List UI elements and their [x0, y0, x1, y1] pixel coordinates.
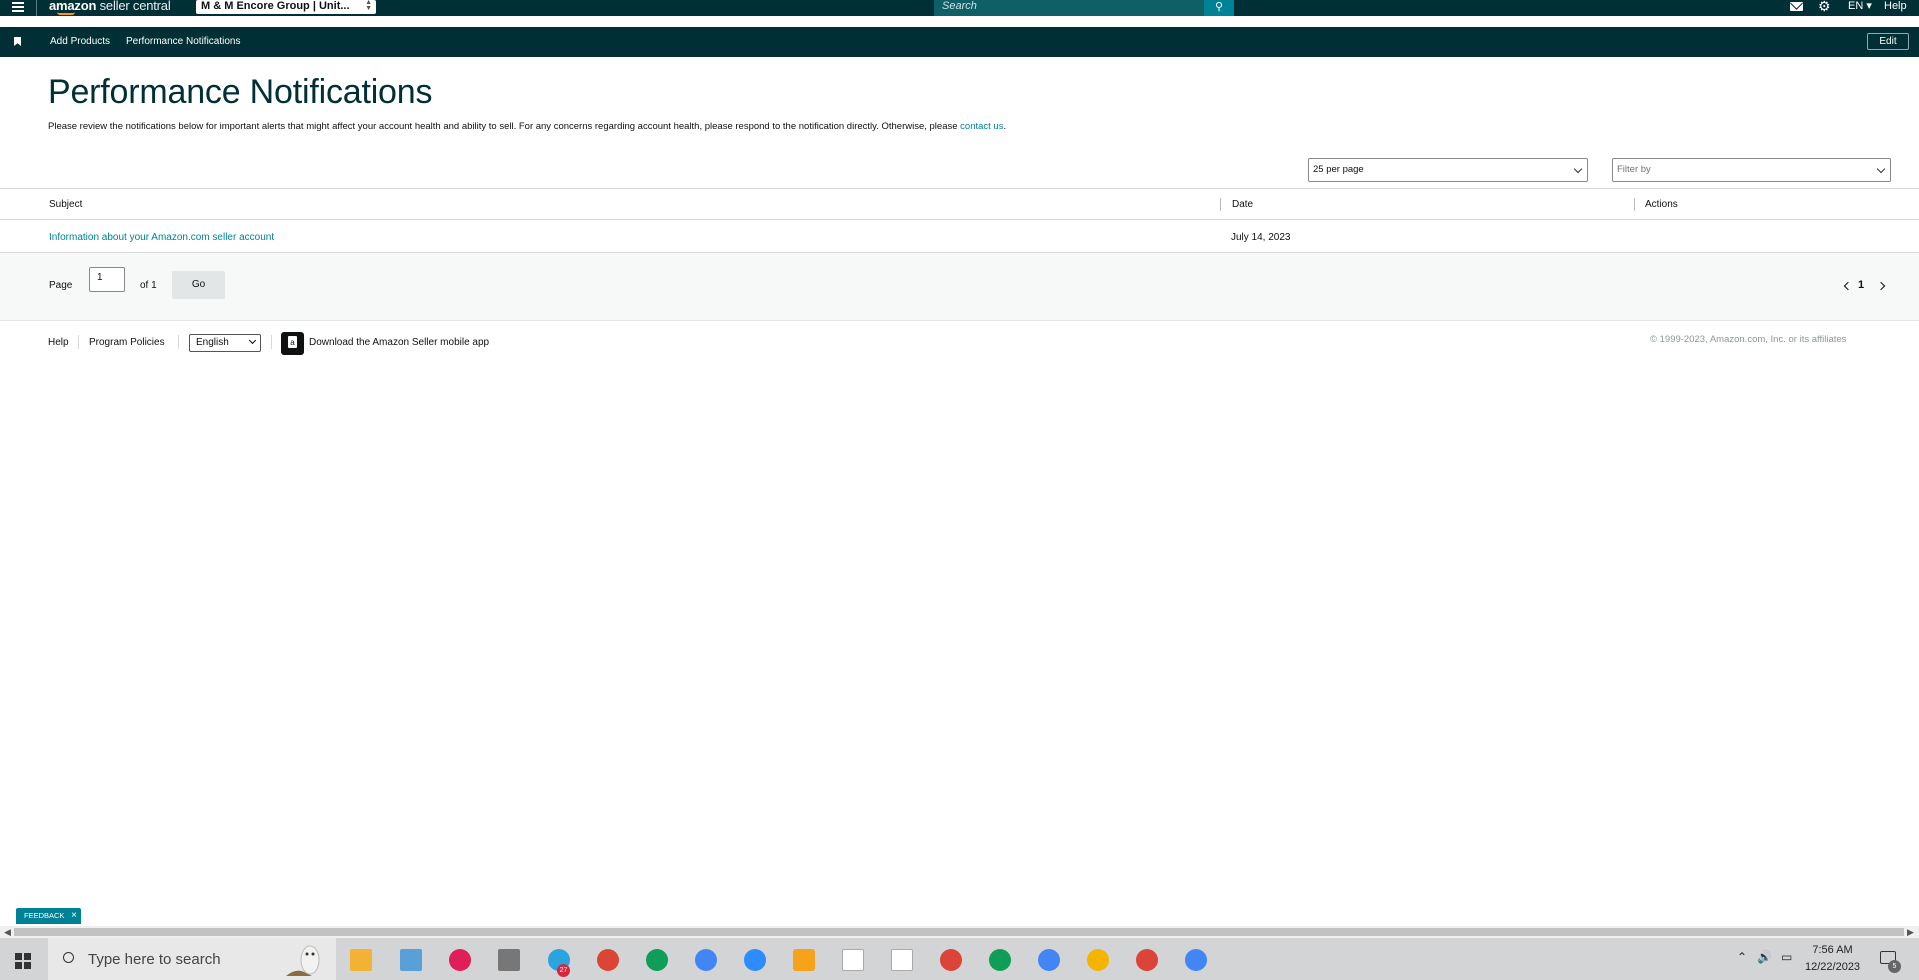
chrome-icon[interactable]	[597, 949, 619, 971]
filter-placeholder: Filter by	[1617, 164, 1651, 175]
filter-by-select[interactable]: Filter by	[1612, 158, 1891, 182]
copyright-text: © 1999-2023, Amazon.com, Inc. or its aff…	[1650, 334, 1847, 345]
seller-app-icon[interactable]	[281, 332, 304, 355]
language-selector[interactable]: EN ▾	[1848, 0, 1872, 13]
clock-date: 12/22/2023	[1805, 961, 1861, 973]
footer-separator	[78, 335, 79, 349]
column-header-subject[interactable]: Subject	[49, 199, 82, 210]
horizontal-scrollbar[interactable]: ◀ ▶	[0, 926, 1919, 938]
document-app-icon[interactable]	[842, 949, 864, 971]
top-navigation-bar: amazon seller central M & M Encore Group…	[0, 0, 1919, 16]
menu-icon[interactable]	[12, 2, 24, 12]
volume-icon[interactable]: 🔊	[1757, 950, 1772, 964]
mail-icon[interactable]	[1790, 2, 1803, 11]
scroll-left-arrow-icon[interactable]: ◀	[4, 927, 11, 938]
column-header-date[interactable]: Date	[1232, 199, 1253, 210]
footer-separator	[271, 335, 272, 349]
account-name: M & M Encore Group | Unit...	[201, 0, 350, 12]
logo-seller-central-text: seller central	[99, 0, 171, 13]
page-total-label: of 1	[140, 280, 157, 291]
chrome-icon[interactable]	[1185, 949, 1207, 971]
go-button[interactable]: Go	[172, 271, 225, 299]
scrollbar-thumb[interactable]	[14, 928, 1904, 936]
chevron-right-icon[interactable]	[1876, 281, 1886, 291]
chrome-icon[interactable]	[646, 949, 668, 971]
chrome-icon[interactable]	[1038, 949, 1060, 971]
bookmark-icon[interactable]	[14, 37, 21, 46]
page-label: Page	[49, 280, 73, 291]
intro-body: Please review the notifications below fo…	[48, 121, 961, 132]
download-app-link[interactable]: Download the Amazon Seller mobile app	[309, 337, 489, 348]
chrome-icon[interactable]	[989, 949, 1011, 971]
column-separator	[1220, 198, 1221, 211]
notification-subject-link[interactable]: Information about your Amazon.com seller…	[49, 232, 274, 243]
bookmark-add-products[interactable]: Add Products	[50, 36, 110, 47]
search-icon: ⚲	[1214, 1, 1224, 13]
footer-separator	[178, 335, 179, 349]
chrome-icon[interactable]	[940, 949, 962, 971]
document-app-icon[interactable]	[891, 949, 913, 971]
gear-icon[interactable]: ⚙	[1818, 0, 1831, 13]
per-page-value: 25 per page	[1313, 164, 1364, 175]
zoom-icon[interactable]	[744, 949, 766, 971]
chrome-icon[interactable]	[1136, 949, 1158, 971]
windows-start-icon[interactable]	[15, 953, 31, 969]
divider	[36, 0, 37, 16]
notepad-icon[interactable]	[400, 949, 422, 971]
notifications-table: Subject Date Actions Information about y…	[0, 188, 1919, 253]
page-title: Performance Notifications	[48, 73, 433, 111]
current-page-number[interactable]: 1	[1858, 279, 1864, 291]
language-code: EN	[1848, 0, 1864, 12]
column-separator	[1634, 198, 1635, 211]
seller-central-logo[interactable]: amazon seller central	[49, 0, 171, 12]
intro-text: Please review the notifications below fo…	[48, 121, 1006, 132]
page-number-input[interactable]: 1	[89, 267, 125, 292]
owl-search-highlight-icon	[286, 945, 320, 976]
column-header-actions: Actions	[1645, 199, 1678, 210]
help-link[interactable]: Help	[1884, 0, 1907, 13]
chrome-icon[interactable]	[1087, 949, 1109, 971]
edit-bookmarks-button[interactable]: Edit	[1867, 33, 1909, 50]
bookmark-bar: Add Products Performance Notifications E…	[0, 27, 1919, 57]
search-input[interactable]: Search	[934, 0, 1204, 16]
calculator-icon[interactable]	[498, 949, 520, 971]
updown-arrows-icon: ▲ ▼	[365, 0, 372, 12]
footer-program-policies-link[interactable]: Program Policies	[89, 337, 165, 348]
search-button[interactable]: ⚲	[1204, 0, 1234, 16]
footer-language-value: English	[196, 337, 229, 348]
per-page-select[interactable]: 25 per page	[1308, 158, 1588, 182]
bookmark-performance-notifications[interactable]: Performance Notifications	[126, 36, 241, 47]
chevron-left-icon[interactable]	[1843, 281, 1853, 291]
chevron-down-icon	[1573, 164, 1583, 174]
notification-count: 5	[1888, 960, 1901, 973]
search-icon	[63, 952, 74, 963]
clock-time: 7:56 AM	[1812, 944, 1853, 956]
pagination-bar: Page 1 of 1 Go 1	[0, 253, 1919, 321]
tray-chevron-up-icon[interactable]: ⌃	[1737, 950, 1747, 964]
system-clock[interactable]: 7:56 AM 12/22/2023	[1805, 942, 1860, 976]
account-switcher[interactable]: M & M Encore Group | Unit... ▲ ▼	[196, 0, 376, 14]
chrome-icon[interactable]	[695, 949, 717, 971]
table-header: Subject Date Actions	[0, 188, 1919, 220]
feedback-label: FEEDBACK	[24, 911, 65, 920]
chevron-down-icon	[248, 336, 257, 345]
table-row: Information about your Amazon.com seller…	[0, 220, 1919, 253]
network-icon[interactable]: ▭	[1781, 950, 1792, 964]
close-icon[interactable]: ×	[71, 908, 77, 924]
contact-us-link[interactable]: contact us	[960, 121, 1003, 132]
scroll-right-arrow-icon[interactable]: ▶	[1907, 927, 1914, 938]
footer-help-link[interactable]: Help	[48, 337, 69, 348]
chevron-down-icon	[1876, 164, 1886, 174]
file-explorer-icon[interactable]	[350, 949, 372, 971]
feedback-tab[interactable]: FEEDBACK ×	[16, 908, 81, 924]
telegram-badge: 27	[557, 964, 570, 977]
notification-date: July 14, 2023	[1231, 232, 1291, 243]
footer-language-select[interactable]: English	[189, 334, 261, 352]
intro-end: .	[1003, 121, 1007, 132]
slack-icon[interactable]	[449, 949, 471, 971]
amazon-smile-icon	[57, 12, 75, 15]
taskbar-search-placeholder: Type here to search	[88, 951, 221, 968]
windows-taskbar: Type here to search 27 ⌃ 🔊 ▭ 7:56 AM 12/…	[0, 938, 1919, 980]
r-app-icon[interactable]	[793, 949, 815, 971]
